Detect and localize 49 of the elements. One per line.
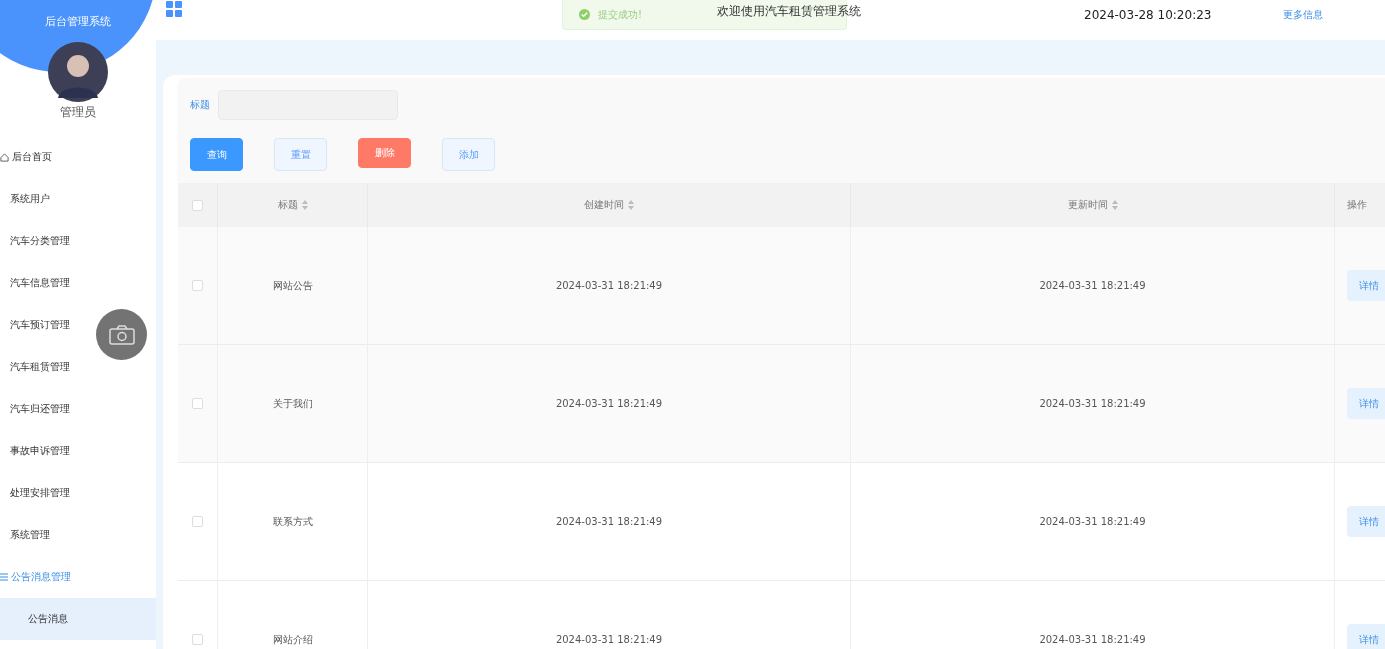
- sidebar-item[interactable]: 处理安排管理: [0, 472, 156, 514]
- checkbox[interactable]: [192, 634, 203, 645]
- table-cell: 2024-03-31 18:21:49: [555, 634, 663, 645]
- datetime: 2024-03-28 10:20:23: [1084, 8, 1212, 22]
- checkbox[interactable]: [192, 398, 203, 409]
- table-cell: 2024-03-31 18:21:49: [1039, 398, 1146, 409]
- sidebar-item[interactable]: 系统管理: [0, 514, 156, 556]
- checkbox[interactable]: [192, 199, 203, 211]
- table-cell: 2024-03-31 18:21:49: [1039, 516, 1146, 527]
- table-cell: 2024-03-31 18:21:49: [1039, 280, 1146, 291]
- sidebar-item[interactable]: 汽车归还管理: [0, 388, 156, 430]
- grid-icon[interactable]: [166, 1, 182, 17]
- sidebar-item[interactable]: 汽车信息管理: [0, 262, 156, 304]
- column-header: 更新时间: [851, 183, 1335, 227]
- checkbox[interactable]: [192, 516, 203, 527]
- sidebar-item[interactable]: 公告消息: [0, 598, 156, 640]
- table-cell: 2024-03-31 18:21:49: [555, 516, 663, 527]
- more-info-link[interactable]: 更多信息: [1283, 8, 1323, 22]
- field-label: 标题: [190, 98, 210, 112]
- table-cell: 2024-03-31 18:21:49: [555, 398, 663, 409]
- sort-icon[interactable]: [301, 200, 308, 210]
- sidebar-item[interactable]: 后台首页: [0, 136, 156, 178]
- table-cell: 联系方式: [272, 514, 313, 529]
- sort-icon[interactable]: [628, 200, 634, 210]
- table-cell: 网站介绍: [272, 632, 313, 647]
- sidebar-item[interactable]: 汽车租赁管理: [0, 346, 156, 388]
- sidebar-item[interactable]: 事故申诉管理: [0, 430, 156, 472]
- column-header: 操作: [1335, 183, 1385, 227]
- home-icon: [0, 152, 9, 162]
- table-cell: 关于我们: [272, 396, 313, 411]
- table-cell: 网站公告: [272, 278, 313, 293]
- app-title: 后台管理系统: [44, 14, 112, 30]
- user-name: 管理员: [59, 104, 97, 121]
- menu-icon: [0, 573, 8, 581]
- column-header: 创建时间: [368, 183, 851, 227]
- table-cell: 2024-03-31 18:21:49: [555, 280, 663, 291]
- sidebar-item[interactable]: 公告消息管理: [0, 556, 156, 598]
- table-cell: 2024-03-31 18:21:49: [1039, 634, 1146, 645]
- sidebar-item[interactable]: 汽车预订管理: [0, 304, 156, 346]
- column-header: 标题: [218, 183, 368, 227]
- toast-message: 提交成功!: [598, 7, 642, 22]
- sort-icon[interactable]: [1111, 200, 1118, 210]
- welcome-text: 欢迎使用汽车租赁管理系统: [717, 3, 861, 20]
- sidebar-item[interactable]: 汽车分类管理: [0, 220, 156, 262]
- check-circle-icon: [579, 9, 590, 20]
- sidebar-item[interactable]: 系统用户: [0, 178, 156, 220]
- checkbox[interactable]: [192, 280, 203, 291]
- camera-icon: [108, 324, 135, 345]
- avatar: [48, 42, 108, 102]
